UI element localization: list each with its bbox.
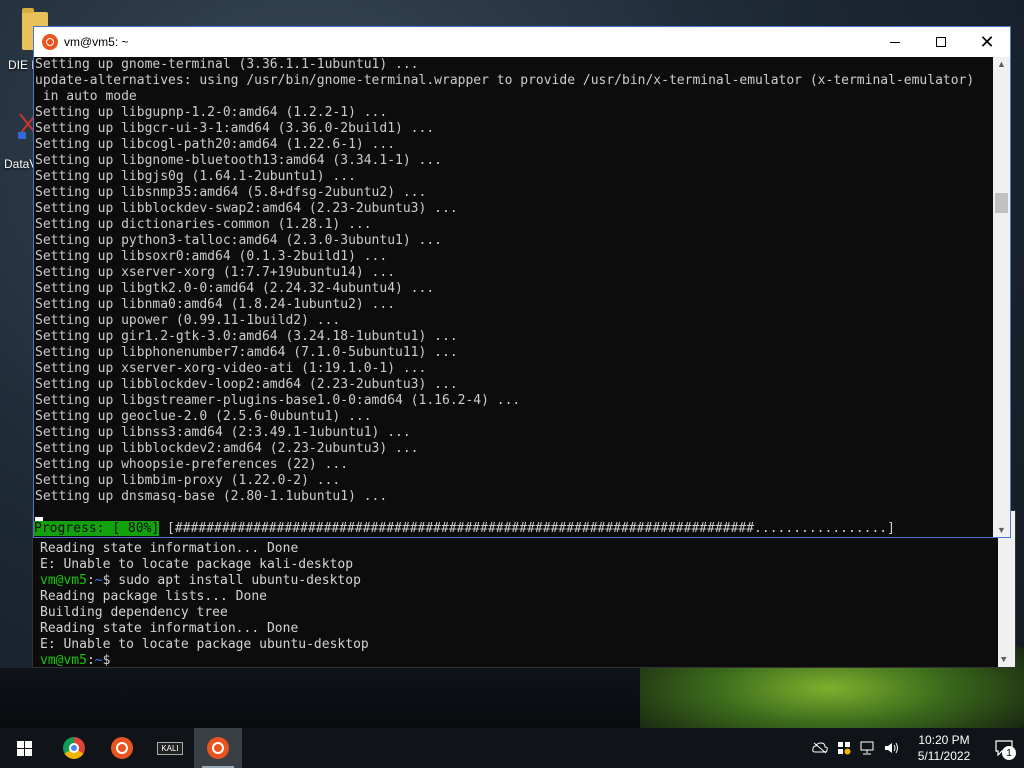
chrome-icon xyxy=(63,737,85,759)
kali-icon: KALI xyxy=(157,741,183,755)
terminal-line: Setting up libblockdev2:amd64 (2.23-2ubu… xyxy=(35,441,419,456)
prompt-separator: : xyxy=(86,653,95,668)
system-clock[interactable]: 10:20 PM 5/11/2022 xyxy=(904,732,984,764)
terminal-line: Setting up xserver-xorg (1:7.7+19ubuntu1… xyxy=(35,265,396,280)
line-text: Reading state information... Done xyxy=(40,541,299,556)
terminal-line: Setting up python3-talloc:amd64 (2.3.0-3… xyxy=(35,233,442,248)
maximize-button[interactable] xyxy=(918,27,964,57)
line-text: Building dependency tree xyxy=(40,605,228,620)
close-icon: ✕ xyxy=(979,31,995,52)
terminal-line: Setting up libgcr-ui-3-1:amd64 (3.36.0-2… xyxy=(35,121,435,136)
scrollbar-thumb[interactable] xyxy=(995,193,1008,213)
progress-label: Progress: [ 80%] xyxy=(34,521,160,536)
terminal-line: Setting up dnsmasq-base (2.80-1.1ubuntu1… xyxy=(35,489,388,504)
terminal-line: Setting up upower (0.99.11-1build2) ... xyxy=(35,313,341,328)
terminal-line: Reading package lists... Done xyxy=(40,589,995,605)
background-terminal-output: Reading state information... Done E: Unab… xyxy=(40,541,995,669)
notification-badge: 1 xyxy=(1002,746,1016,760)
terminal-line: Setting up libphonenumber7:amd64 (7.1.0-… xyxy=(35,345,458,360)
terminal-line: Setting up libblockdev-loop2:amd64 (2.23… xyxy=(35,377,458,392)
terminal-line: Reading state information... Done xyxy=(40,541,995,557)
terminal-line: E: Unable to locate package kali-desktop xyxy=(40,557,995,573)
windows-logo-icon xyxy=(16,740,32,756)
terminal-line: Setting up libcogl-path20:amd64 (1.22.6-… xyxy=(35,137,396,152)
terminal-line: E: Unable to locate package ubuntu-deskt… xyxy=(40,637,995,653)
ubuntu-logo-icon xyxy=(42,34,58,50)
start-button[interactable] xyxy=(0,728,48,768)
maximize-icon xyxy=(936,37,946,47)
minimize-button[interactable] xyxy=(872,27,918,57)
taskbar-ubuntu[interactable] xyxy=(98,728,146,768)
terminal-line: Setting up libnma0:amd64 (1.8.24-1ubuntu… xyxy=(35,297,396,312)
prompt-user-host: vm@vm5 xyxy=(40,573,87,588)
terminal-window[interactable]: vm@vm5: ~ ✕ Setting up gnome-terminal (3… xyxy=(33,26,1011,538)
terminal-line: Setting up libnss3:amd64 (2:3.49.1-1ubun… xyxy=(35,425,411,440)
minimize-icon xyxy=(890,41,900,43)
taskbar-ubuntu-terminal[interactable] xyxy=(194,728,242,768)
window-titlebar[interactable]: vm@vm5: ~ ✕ xyxy=(34,27,1010,57)
terminal-line: Setting up geoclue-2.0 (2.5.6-0ubuntu1) … xyxy=(35,409,372,424)
scroll-down-arrow-icon[interactable]: ▼ xyxy=(997,525,1006,535)
terminal-line: Building dependency tree xyxy=(40,605,995,621)
security-shield-icon[interactable] xyxy=(832,728,856,768)
terminal-line: Setting up gir1.2-gtk-3.0:amd64 (3.24.18… xyxy=(35,329,458,344)
prompt-separator: : xyxy=(86,573,95,588)
progress-bar: [#######################################… xyxy=(159,521,895,536)
line-text: E: Unable to locate package kali-desktop xyxy=(40,557,354,572)
terminal-line: vm@vm5:~$ xyxy=(40,653,995,669)
terminal-line: Setting up libgjs0g (1.64.1-2ubuntu1) ..… xyxy=(35,169,356,184)
terminal-line: Reading state information... Done xyxy=(40,621,995,637)
prompt-path: ~ xyxy=(94,653,103,668)
terminal-line: Setting up libsnmp35:amd64 (5.8+dfsg-2ub… xyxy=(35,185,427,200)
clock-time: 10:20 PM xyxy=(918,733,970,747)
close-button[interactable]: ✕ xyxy=(964,27,1010,57)
line-text: Reading package lists... Done xyxy=(40,589,267,604)
line-text: $ sudo apt install ubuntu-desktop xyxy=(102,573,361,588)
clock-date: 5/11/2022 xyxy=(917,749,971,763)
terminal-line: Setting up libgstreamer-plugins-base1.0-… xyxy=(35,393,521,408)
ubuntu-icon xyxy=(207,737,229,759)
apt-progress-row: Progress: [ 80%] [######################… xyxy=(34,521,895,537)
cloud-offline-icon[interactable] xyxy=(808,728,832,768)
line-text: $ xyxy=(102,653,111,668)
terminal-line: Setting up libgnome-bluetooth13:amd64 (3… xyxy=(35,153,442,168)
terminal-line: Setting up whoopsie-preferences (22) ... xyxy=(35,457,349,472)
taskbar-chrome[interactable] xyxy=(50,728,98,768)
terminal-line: Setting up libsoxr0:amd64 (0.1.3-2build1… xyxy=(35,249,388,264)
ubuntu-icon xyxy=(111,737,133,759)
network-icon[interactable] xyxy=(856,728,880,768)
line-text: E: Unable to locate package ubuntu-deskt… xyxy=(40,637,369,652)
prompt-user-host: vm@vm5 xyxy=(40,653,87,668)
taskbar: KALI 10:20 PM 5/11/2022 1 xyxy=(0,728,1024,768)
terminal-line: update-alternatives: using /usr/bin/gnom… xyxy=(35,73,975,88)
terminal-line: Setting up libmbim-proxy (1.22.0-2) ... xyxy=(35,473,341,488)
terminal-line: Setting up dictionaries-common (1.28.1) … xyxy=(35,217,372,232)
scroll-up-arrow-icon[interactable]: ▲ xyxy=(997,59,1006,69)
terminal-line: vm@vm5:~$ sudo apt install ubuntu-deskto… xyxy=(40,573,995,589)
terminal-line: in auto mode xyxy=(35,89,137,104)
action-center-button[interactable]: 1 xyxy=(984,728,1024,768)
terminal-scrollbar[interactable]: ▲ ▼ xyxy=(993,57,1010,537)
terminal-line: Setting up libgupnp-1.2-0:amd64 (1.2.2-1… xyxy=(35,105,388,120)
terminal-line: Setting up xserver-xorg-video-ati (1:19.… xyxy=(35,361,427,376)
terminal-line: Setting up libgtk2.0-0:amd64 (2.24.32-4u… xyxy=(35,281,435,296)
volume-icon[interactable] xyxy=(880,728,904,768)
terminal-line: Setting up gnome-terminal (3.36.1.1-1ubu… xyxy=(35,57,419,72)
line-text: Reading state information... Done xyxy=(40,621,299,636)
prompt-path: ~ xyxy=(94,573,103,588)
taskbar-kali[interactable]: KALI xyxy=(146,728,194,768)
terminal-line: Setting up libblockdev-swap2:amd64 (2.23… xyxy=(35,201,458,216)
scroll-down-arrow-icon[interactable]: ▼ xyxy=(1001,655,1006,665)
terminal-output: Setting up gnome-terminal (3.36.1.1-1ubu… xyxy=(34,57,993,537)
system-tray: 10:20 PM 5/11/2022 1 xyxy=(808,728,1024,768)
window-title: vm@vm5: ~ xyxy=(64,35,129,49)
